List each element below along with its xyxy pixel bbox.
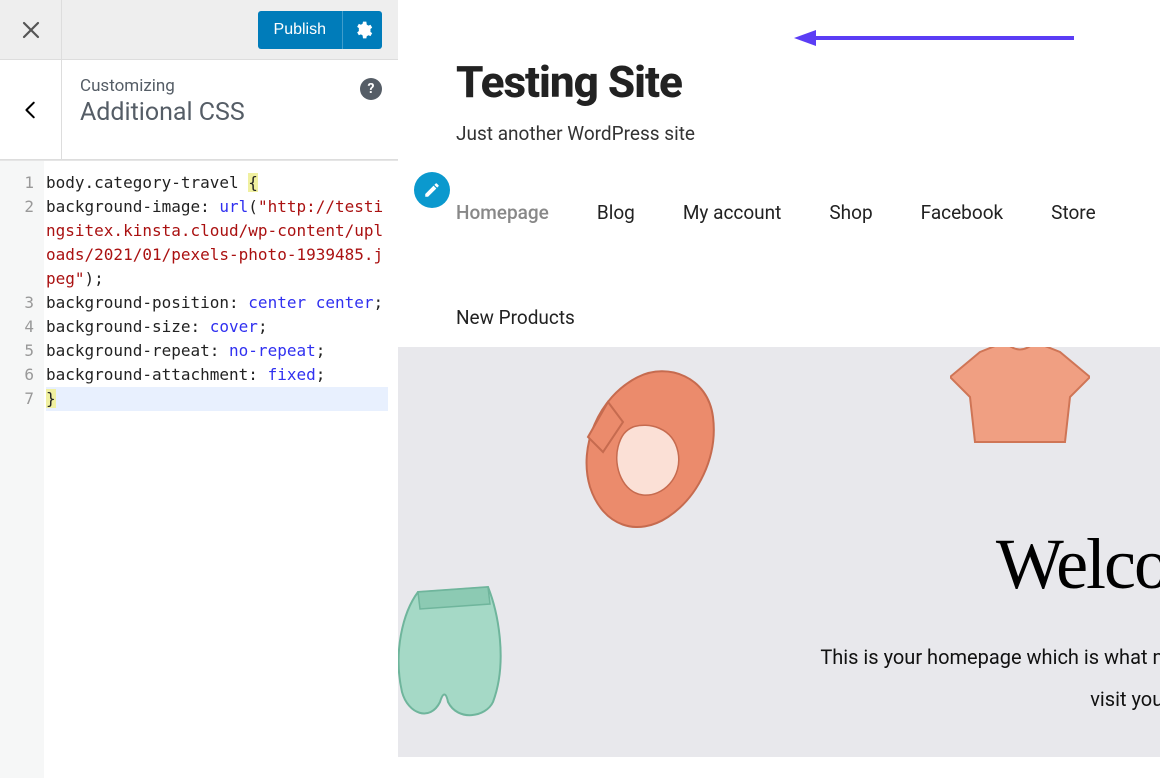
publish-settings-button[interactable] bbox=[342, 11, 382, 49]
code-line[interactable]: body.category-travel { bbox=[46, 171, 388, 195]
code-line[interactable]: background-position: center center; bbox=[46, 291, 388, 315]
primary-nav: Homepage Blog My account Shop Facebook Store bbox=[398, 201, 1160, 224]
nav-item-store[interactable]: Store bbox=[1051, 201, 1096, 224]
publish-label: Publish bbox=[258, 21, 342, 39]
hoodie-illustration bbox=[578, 367, 728, 537]
pencil-icon bbox=[423, 181, 441, 199]
customizer-panel: Publish Customizing Additional CSS ? 123 bbox=[0, 0, 398, 778]
tshirt-illustration bbox=[950, 347, 1090, 452]
help-button[interactable]: ? bbox=[360, 78, 382, 100]
code-textarea[interactable]: body.category-travel {background-image: … bbox=[44, 161, 398, 778]
shorts-illustration bbox=[398, 582, 508, 722]
back-button[interactable] bbox=[0, 60, 62, 159]
code-line[interactable]: background-repeat: no-repeat; bbox=[46, 339, 388, 363]
site-header: Testing Site Just another WordPress site bbox=[398, 0, 1160, 145]
edit-shortcut-button[interactable] bbox=[414, 172, 450, 208]
nav-item-new-products[interactable]: New Products bbox=[456, 306, 575, 329]
code-gutter: 1234567 bbox=[0, 161, 44, 778]
code-line[interactable]: background-attachment: fixed; bbox=[46, 363, 388, 387]
customizer-topbar: Publish bbox=[0, 0, 398, 60]
site-title[interactable]: Testing Site bbox=[456, 56, 1160, 108]
topbar-actions: Publish bbox=[62, 0, 398, 59]
preview-pane: Testing Site Just another WordPress site… bbox=[398, 0, 1160, 778]
code-line[interactable]: } bbox=[46, 387, 388, 411]
nav-item-homepage[interactable]: Homepage bbox=[456, 201, 549, 224]
close-icon bbox=[19, 18, 43, 42]
code-line[interactable]: background-size: cover; bbox=[46, 315, 388, 339]
nav-item-facebook[interactable]: Facebook bbox=[921, 201, 1004, 224]
gear-icon bbox=[353, 20, 373, 40]
secondary-nav: New Products bbox=[398, 306, 1160, 329]
help-icon: ? bbox=[368, 81, 375, 97]
hero-subtitle-line1: This is your homepage which is what m bbox=[820, 645, 1160, 669]
site-tagline: Just another WordPress site bbox=[456, 122, 1160, 145]
section-title: Additional CSS bbox=[80, 98, 382, 127]
chevron-left-icon bbox=[20, 99, 42, 121]
section-eyebrow: Customizing bbox=[80, 76, 382, 96]
code-line[interactable]: background-image: url("http://testingsit… bbox=[46, 195, 388, 291]
nav-item-my-account[interactable]: My account bbox=[683, 201, 782, 224]
publish-button[interactable]: Publish bbox=[258, 11, 382, 49]
hero-title: Welco bbox=[996, 523, 1160, 606]
hero-subtitle-line2: visit your bbox=[1090, 687, 1160, 711]
nav-item-shop[interactable]: Shop bbox=[829, 201, 872, 224]
hero-section: Welco This is your homepage which is wha… bbox=[398, 347, 1160, 757]
section-header: Customizing Additional CSS ? bbox=[0, 60, 398, 160]
section-title-wrap: Customizing Additional CSS ? bbox=[62, 60, 398, 159]
nav-item-blog[interactable]: Blog bbox=[597, 201, 635, 224]
close-button[interactable] bbox=[0, 0, 62, 59]
code-editor[interactable]: 1234567 body.category-travel {background… bbox=[0, 160, 398, 778]
